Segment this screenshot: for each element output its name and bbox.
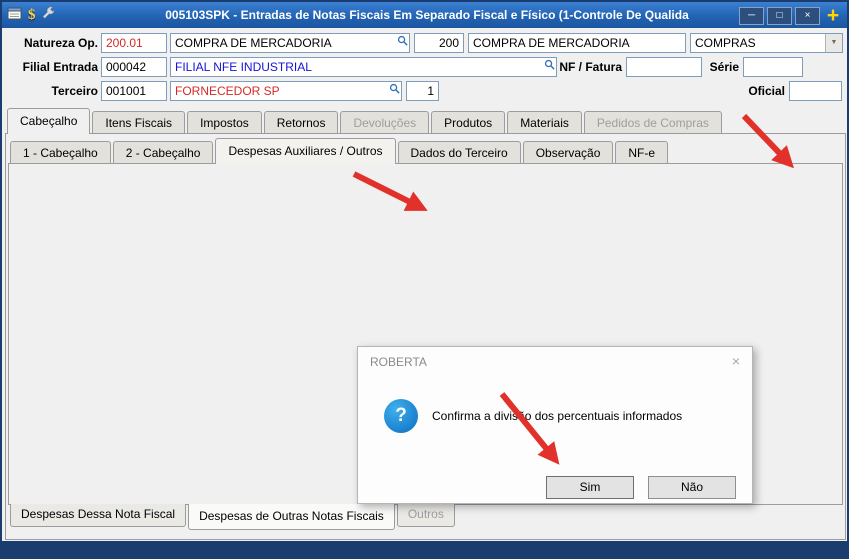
app-window: $ 005103SPK - Entradas de Notas Fiscais … (0, 0, 849, 559)
terceiro-code-field[interactable]: 001001 (101, 81, 167, 101)
tab-outros: Outros (396, 504, 455, 527)
filial-entrada-label: Filial Entrada (22, 60, 98, 74)
dialog-title: ROBERTA (370, 355, 427, 369)
close-button[interactable]: × (795, 7, 820, 25)
serie-field[interactable] (743, 57, 803, 77)
tab-despesas-auxiliares[interactable]: Despesas Auxiliares / Outros (215, 138, 396, 164)
titlebar-icons: $ (7, 6, 56, 24)
oficial-label: Oficial (748, 84, 785, 98)
window-controls: ─ □ × + (739, 5, 843, 26)
natureza-op-label: Natureza Op. (23, 36, 98, 50)
sim-button[interactable]: Sim (546, 476, 634, 499)
filial-desc-text: FILIAL NFE INDUSTRIAL (175, 60, 312, 74)
dialog-message: Confirma a divisão dos percentuais infor… (432, 409, 683, 423)
tab-observacao[interactable]: Observação (522, 141, 614, 164)
tab-retornos[interactable]: Retornos (263, 111, 339, 134)
tab-materiais[interactable]: Materiais (507, 111, 582, 134)
minimize-button[interactable]: ─ (739, 7, 764, 25)
search-icon[interactable] (397, 34, 408, 51)
search-icon[interactable] (389, 82, 400, 99)
tab-nfe[interactable]: NF-e (615, 141, 669, 164)
chevron-down-icon[interactable]: ▼ (825, 34, 842, 52)
natureza-grupo-value: COMPRAS (695, 36, 756, 50)
form-icon[interactable] (7, 6, 23, 24)
tab-2-cabecalho[interactable]: 2 - Cabeçalho (112, 141, 214, 164)
wrench-icon[interactable] (41, 6, 56, 24)
dialog-close-icon[interactable]: × (732, 353, 740, 369)
tab-cabecalho[interactable]: Cabeçalho (7, 108, 91, 134)
maximize-button[interactable]: □ (767, 7, 792, 25)
bottom-tab-bar: Despesas Dessa Nota Fiscal Despesas de O… (10, 504, 457, 530)
nao-button[interactable]: Não (648, 476, 736, 499)
serie-label: Série (709, 60, 739, 74)
question-icon: ? (384, 399, 418, 433)
natureza-op-code2-field[interactable]: 200 (414, 33, 464, 53)
nf-fatura-field[interactable] (626, 57, 702, 77)
bottom-strip (2, 541, 847, 557)
sub-tab-bar: 1 - Cabeçalho 2 - Cabeçalho Despesas Aux… (10, 138, 670, 164)
terceiro-qty-field[interactable]: 1 (406, 81, 439, 101)
filial-code-field[interactable]: 000042 (101, 57, 167, 77)
titlebar: $ 005103SPK - Entradas de Notas Fiscais … (2, 2, 847, 28)
natureza-op-desc-text: COMPRA DE MERCADORIA (175, 36, 332, 50)
tab-impostos[interactable]: Impostos (187, 111, 262, 134)
terceiro-label: Terceiro (51, 84, 98, 98)
tab-devolucoes: Devoluções (340, 111, 430, 134)
tab-dados-do-terceiro[interactable]: Dados do Terceiro (397, 141, 521, 164)
tab-pedidos-de-compras: Pedidos de Compras (583, 111, 722, 134)
confirm-dialog: ROBERTA × ? Confirma a divisão dos perce… (357, 346, 753, 504)
oficial-field[interactable] (789, 81, 842, 101)
natureza-op-code-field[interactable]: 200.01 (101, 33, 167, 53)
terceiro-desc-text: FORNECEDOR SP (175, 84, 280, 98)
tab-despesas-dessa-nota[interactable]: Despesas Dessa Nota Fiscal (10, 504, 187, 527)
tab-despesas-outras-notas[interactable]: Despesas de Outras Notas Fiscais (188, 504, 395, 530)
tab-produtos[interactable]: Produtos (431, 111, 506, 134)
natureza-op-desc-field[interactable]: COMPRA DE MERCADORIA (170, 33, 410, 53)
nf-fatura-label: NF / Fatura (559, 60, 622, 74)
tab-itens-fiscais[interactable]: Itens Fiscais (92, 111, 186, 134)
window-title: 005103SPK - Entradas de Notas Fiscais Em… (165, 8, 689, 22)
main-tab-bar: Cabeçalho Itens Fiscais Impostos Retorno… (7, 108, 724, 134)
tab-1-cabecalho[interactable]: 1 - Cabeçalho (10, 141, 111, 164)
natureza-op-desc2-field[interactable]: COMPRA DE MERCADORIA (468, 33, 686, 53)
natureza-grupo-combobox[interactable]: COMPRAS ▼ (690, 33, 843, 53)
plus-icon[interactable]: + (823, 5, 843, 26)
filial-desc-field[interactable]: FILIAL NFE INDUSTRIAL (170, 57, 557, 77)
money-icon[interactable]: $ (28, 7, 36, 24)
terceiro-desc-field[interactable]: FORNECEDOR SP (170, 81, 402, 101)
